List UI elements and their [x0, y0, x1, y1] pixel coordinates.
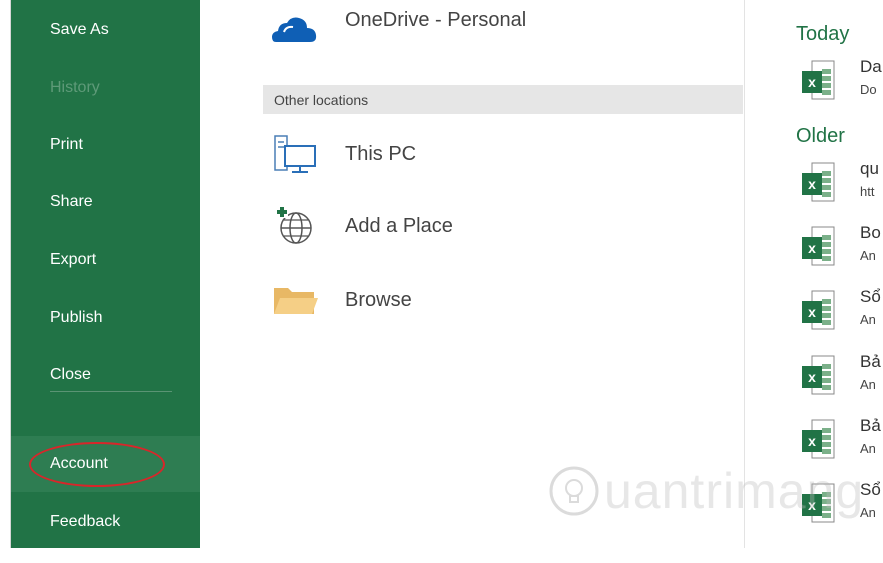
recent-file[interactable]: x Sổ An — [800, 287, 883, 339]
file-path: Do — [860, 82, 877, 97]
annotation-circle — [29, 442, 165, 487]
nav-label: Publish — [50, 309, 103, 326]
nav-save-as[interactable]: Save As — [11, 2, 200, 58]
excel-file-icon: x — [802, 226, 835, 266]
location-browse[interactable]: Browse — [270, 280, 412, 320]
computer-icon — [270, 132, 320, 176]
file-name: qu — [860, 159, 879, 178]
nav-label: Feedback — [50, 513, 121, 530]
file-path: An — [860, 377, 876, 392]
svg-text:x: x — [808, 74, 816, 90]
file-name: Bả — [860, 416, 881, 435]
file-name: Da — [860, 57, 882, 76]
recent-file[interactable]: x Bả An — [800, 352, 883, 404]
folder-icon — [270, 280, 320, 320]
nav-label: Save As — [50, 21, 109, 38]
location-onedrive[interactable]: OneDrive - Personal — [270, 8, 526, 48]
file-path: An — [860, 312, 876, 327]
location-label: Browse — [345, 288, 412, 311]
excel-file-icon: x — [802, 60, 835, 100]
nav-history: History — [11, 60, 200, 116]
location-add-place[interactable]: Add a Place — [270, 204, 453, 248]
nav-export[interactable]: Export — [11, 232, 200, 288]
watermark: uantrimang — [548, 462, 864, 520]
window-bottom-edge — [0, 548, 883, 563]
location-label: This PC — [345, 142, 417, 165]
nav-close[interactable]: Close — [11, 347, 200, 403]
recent-file[interactable]: x Bả An — [800, 416, 883, 468]
file-path: htt — [860, 184, 875, 199]
svg-text:x: x — [808, 240, 816, 256]
nav-share[interactable]: Share — [11, 174, 200, 230]
location-label: OneDrive - Personal — [345, 8, 527, 31]
excel-file-icon: x — [802, 355, 835, 395]
nav-label: Print — [50, 136, 83, 153]
file-name: Sổ — [860, 287, 881, 306]
section-header-other-locations: Other locations — [263, 85, 743, 114]
svg-text:x: x — [808, 176, 816, 192]
location-label: Add a Place — [345, 214, 453, 237]
globe-add-icon — [270, 204, 320, 248]
svg-text:x: x — [808, 304, 816, 320]
excel-file-icon: x — [802, 290, 835, 330]
nav-label: Share — [50, 193, 93, 210]
nav-label: Close — [50, 366, 91, 383]
svg-text:x: x — [808, 433, 816, 449]
watermark-text: uantrimang — [604, 463, 865, 519]
file-name: Bả — [860, 352, 881, 371]
location-this-pc[interactable]: This PC — [270, 132, 416, 176]
window-edge — [0, 0, 11, 563]
recent-file[interactable]: x qu htt — [800, 159, 883, 211]
recent-file[interactable]: x Bo An — [800, 223, 883, 275]
svg-text:x: x — [808, 369, 816, 385]
backstage-sidebar: Save As History Print Share Export Publi… — [11, 0, 200, 548]
file-path: An — [860, 441, 876, 456]
nav-publish[interactable]: Publish — [11, 290, 200, 346]
file-path: An — [860, 248, 876, 263]
sidebar-divider — [50, 391, 172, 392]
lightbulb-logo-icon — [548, 465, 600, 517]
recent-file[interactable]: x Da Do — [800, 57, 883, 109]
excel-file-icon: x — [802, 162, 835, 202]
nav-print[interactable]: Print — [11, 117, 200, 173]
file-name: Bo — [860, 223, 881, 242]
nav-label: Export — [50, 251, 97, 268]
group-header-today: Today — [796, 23, 850, 45]
group-header-older: Older — [796, 125, 845, 147]
cloud-icon — [270, 8, 320, 48]
section-header-label: Other locations — [274, 91, 369, 108]
nav-feedback[interactable]: Feedback — [11, 494, 200, 550]
nav-label: History — [50, 79, 100, 96]
excel-file-icon: x — [802, 419, 835, 459]
